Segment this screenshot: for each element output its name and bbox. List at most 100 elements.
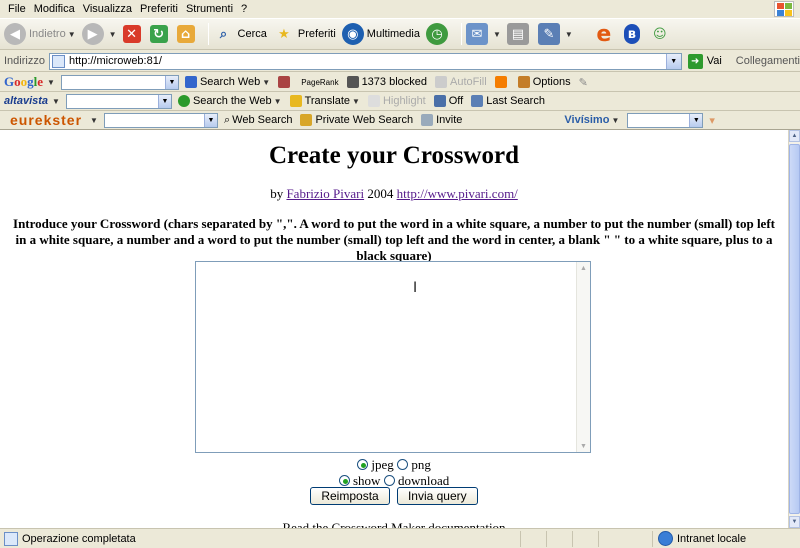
radio-jpeg[interactable] xyxy=(357,459,369,470)
edit-icon: ✎ xyxy=(537,23,560,45)
scroll-down-icon[interactable]: ▼ xyxy=(789,516,800,528)
translate-dropdown-icon[interactable]: ▼ xyxy=(352,97,360,106)
menu-bar: File Modifica Visualizza Preferiti Strum… xyxy=(0,0,800,18)
author-link[interactable]: Fabrizio Pivari xyxy=(286,186,364,201)
history-button[interactable]: ◷ xyxy=(425,21,451,47)
google-logo[interactable]: Google xyxy=(4,74,43,90)
menu-modifica[interactable]: Modifica xyxy=(34,3,75,15)
mail-button[interactable]: ✉ ▼ xyxy=(465,21,501,47)
altavista-menu-icon[interactable]: ▼ xyxy=(52,97,60,106)
vivisimo-search-input[interactable]: ▼ xyxy=(627,112,704,128)
news-icon xyxy=(278,76,291,88)
eurekster-search-input[interactable]: ▼ xyxy=(103,112,218,128)
instructions: Introduce your Crossword (chars separate… xyxy=(13,216,775,263)
translate-button[interactable]: Translate ▼ xyxy=(289,95,360,107)
history-icon: ◷ xyxy=(425,23,448,45)
eurekster-menu-icon[interactable]: ▼ xyxy=(90,116,98,125)
scroll-down-icon[interactable]: ▼ xyxy=(580,442,587,450)
invite-button[interactable]: Invite xyxy=(421,114,462,126)
google-search-web-button[interactable]: Search Web ▼ xyxy=(184,76,270,88)
toolbar-options-button[interactable]: ▾ xyxy=(709,114,715,127)
mail-dropdown-icon[interactable]: ▼ xyxy=(493,30,501,39)
back-arrow-icon: ◀ xyxy=(4,23,26,45)
favorites-button[interactable]: ★ Preferiti xyxy=(273,21,336,47)
private-search-button[interactable]: Private Web Search xyxy=(300,114,413,126)
back-dropdown-icon[interactable]: ▼ xyxy=(68,30,76,39)
go-button[interactable]: ➜ Vai xyxy=(687,53,722,69)
edit-dropdown-icon[interactable]: ▼ xyxy=(565,30,573,39)
radio-show[interactable] xyxy=(338,475,350,486)
options-icon xyxy=(517,76,530,88)
links-label[interactable]: Collegamenti xyxy=(736,55,800,67)
forward-button[interactable]: ▶ ▼ xyxy=(81,21,117,47)
home-icon: ⌂ xyxy=(176,25,195,43)
documentation-text[interactable]: Read the Crossword Maker documentation xyxy=(0,520,788,528)
binoculars-icon xyxy=(184,76,197,88)
scroll-up-icon[interactable]: ▲ xyxy=(789,130,800,142)
status-divider xyxy=(546,531,547,547)
messenger-icon: ☺ xyxy=(653,26,667,42)
google-search-input[interactable]: ▼ xyxy=(60,74,179,90)
byline: by Fabrizio Pivari 2004 http://www.pivar… xyxy=(270,186,518,201)
search-web-dropdown-icon[interactable]: ▼ xyxy=(262,78,270,87)
google-news-button[interactable] xyxy=(278,76,293,88)
bluetooth-button[interactable]: ʙ xyxy=(623,21,643,47)
crossword-textarea[interactable]: ▲ ▼ xyxy=(195,261,591,453)
combo-dropdown-icon[interactable]: ▼ xyxy=(164,75,178,89)
page-status-icon xyxy=(4,531,18,546)
reset-button[interactable]: Reimposta xyxy=(310,487,390,505)
menu-preferiti[interactable]: Preferiti xyxy=(140,3,178,15)
refresh-button[interactable]: ↻ xyxy=(149,21,171,47)
popup-off-button[interactable]: Off xyxy=(433,95,463,107)
address-input[interactable]: http://microweb:81/ ▼ xyxy=(48,52,682,70)
google-menu-icon[interactable]: ▼ xyxy=(47,78,55,87)
scroll-thumb[interactable] xyxy=(789,144,800,514)
forward-dropdown-icon[interactable]: ▼ xyxy=(109,30,117,39)
popup-blocked-counter[interactable]: 1373 blocked xyxy=(346,76,427,88)
vivisimo-dropdown-icon[interactable]: ▼ xyxy=(611,116,619,125)
radio-download[interactable] xyxy=(383,475,395,486)
combo-dropdown-icon[interactable]: ▼ xyxy=(203,113,217,127)
combo-dropdown-icon[interactable]: ▼ xyxy=(157,94,171,108)
highlight-button[interactable]: Highlight xyxy=(367,95,426,107)
search-button[interactable]: ⌕ Cerca xyxy=(213,21,267,47)
eurekster-web-search-button[interactable]: ⌕ Web Search xyxy=(224,114,293,127)
scroll-up-icon[interactable]: ▲ xyxy=(580,264,587,272)
radio-png[interactable] xyxy=(397,459,409,470)
stop-button[interactable]: ✕ xyxy=(122,21,144,47)
menu-file[interactable]: File xyxy=(8,3,26,15)
blogger-button[interactable] xyxy=(494,76,510,88)
menu-help[interactable]: ? xyxy=(241,3,247,15)
submit-button[interactable]: Invia query xyxy=(396,487,478,505)
search-web-dropdown-icon[interactable]: ▼ xyxy=(274,97,282,106)
autofill-button[interactable]: AutoFill xyxy=(435,76,487,88)
eudora-button[interactable]: e xyxy=(593,21,618,47)
site-link[interactable]: http://www.pivari.com/ xyxy=(397,186,518,201)
options-button[interactable]: Options xyxy=(517,76,571,88)
stop-icon: ✕ xyxy=(122,25,141,43)
edit-button[interactable]: ✎ ▼ xyxy=(537,21,573,47)
pencil-button[interactable]: ✎ xyxy=(579,76,588,89)
blogger-icon xyxy=(494,76,507,88)
address-dropdown-icon[interactable]: ▼ xyxy=(665,53,681,69)
textarea-scrollbar[interactable]: ▲ ▼ xyxy=(576,262,590,452)
crossword-input[interactable] xyxy=(196,262,576,452)
altavista-search-input[interactable]: ▼ xyxy=(65,93,172,109)
last-search-button[interactable]: Last Search xyxy=(471,95,545,107)
menu-visualizza[interactable]: Visualizza xyxy=(83,3,132,15)
menu-strumenti[interactable]: Strumenti xyxy=(186,3,233,15)
page-scrollbar[interactable]: ▲ ▼ xyxy=(788,130,800,528)
eurekster-logo[interactable]: eurekster xyxy=(10,112,82,128)
combo-dropdown-icon[interactable]: ▼ xyxy=(689,113,703,127)
status-divider xyxy=(652,531,653,547)
media-button[interactable]: ◉ Multimedia xyxy=(341,21,420,47)
altavista-search-web-button[interactable]: Search the Web ▼ xyxy=(177,95,282,107)
vivisimo-menu[interactable]: Vivísimo ▼ xyxy=(564,114,619,126)
home-button[interactable]: ⌂ xyxy=(176,21,198,47)
status-text: Operazione completata xyxy=(22,532,136,545)
altavista-logo[interactable]: altavista xyxy=(4,95,48,107)
print-button[interactable]: ▤ xyxy=(506,21,532,47)
separator xyxy=(207,23,209,45)
back-button[interactable]: ◀ Indietro ▼ xyxy=(4,21,76,47)
messenger-button[interactable]: ☺ xyxy=(649,21,674,47)
